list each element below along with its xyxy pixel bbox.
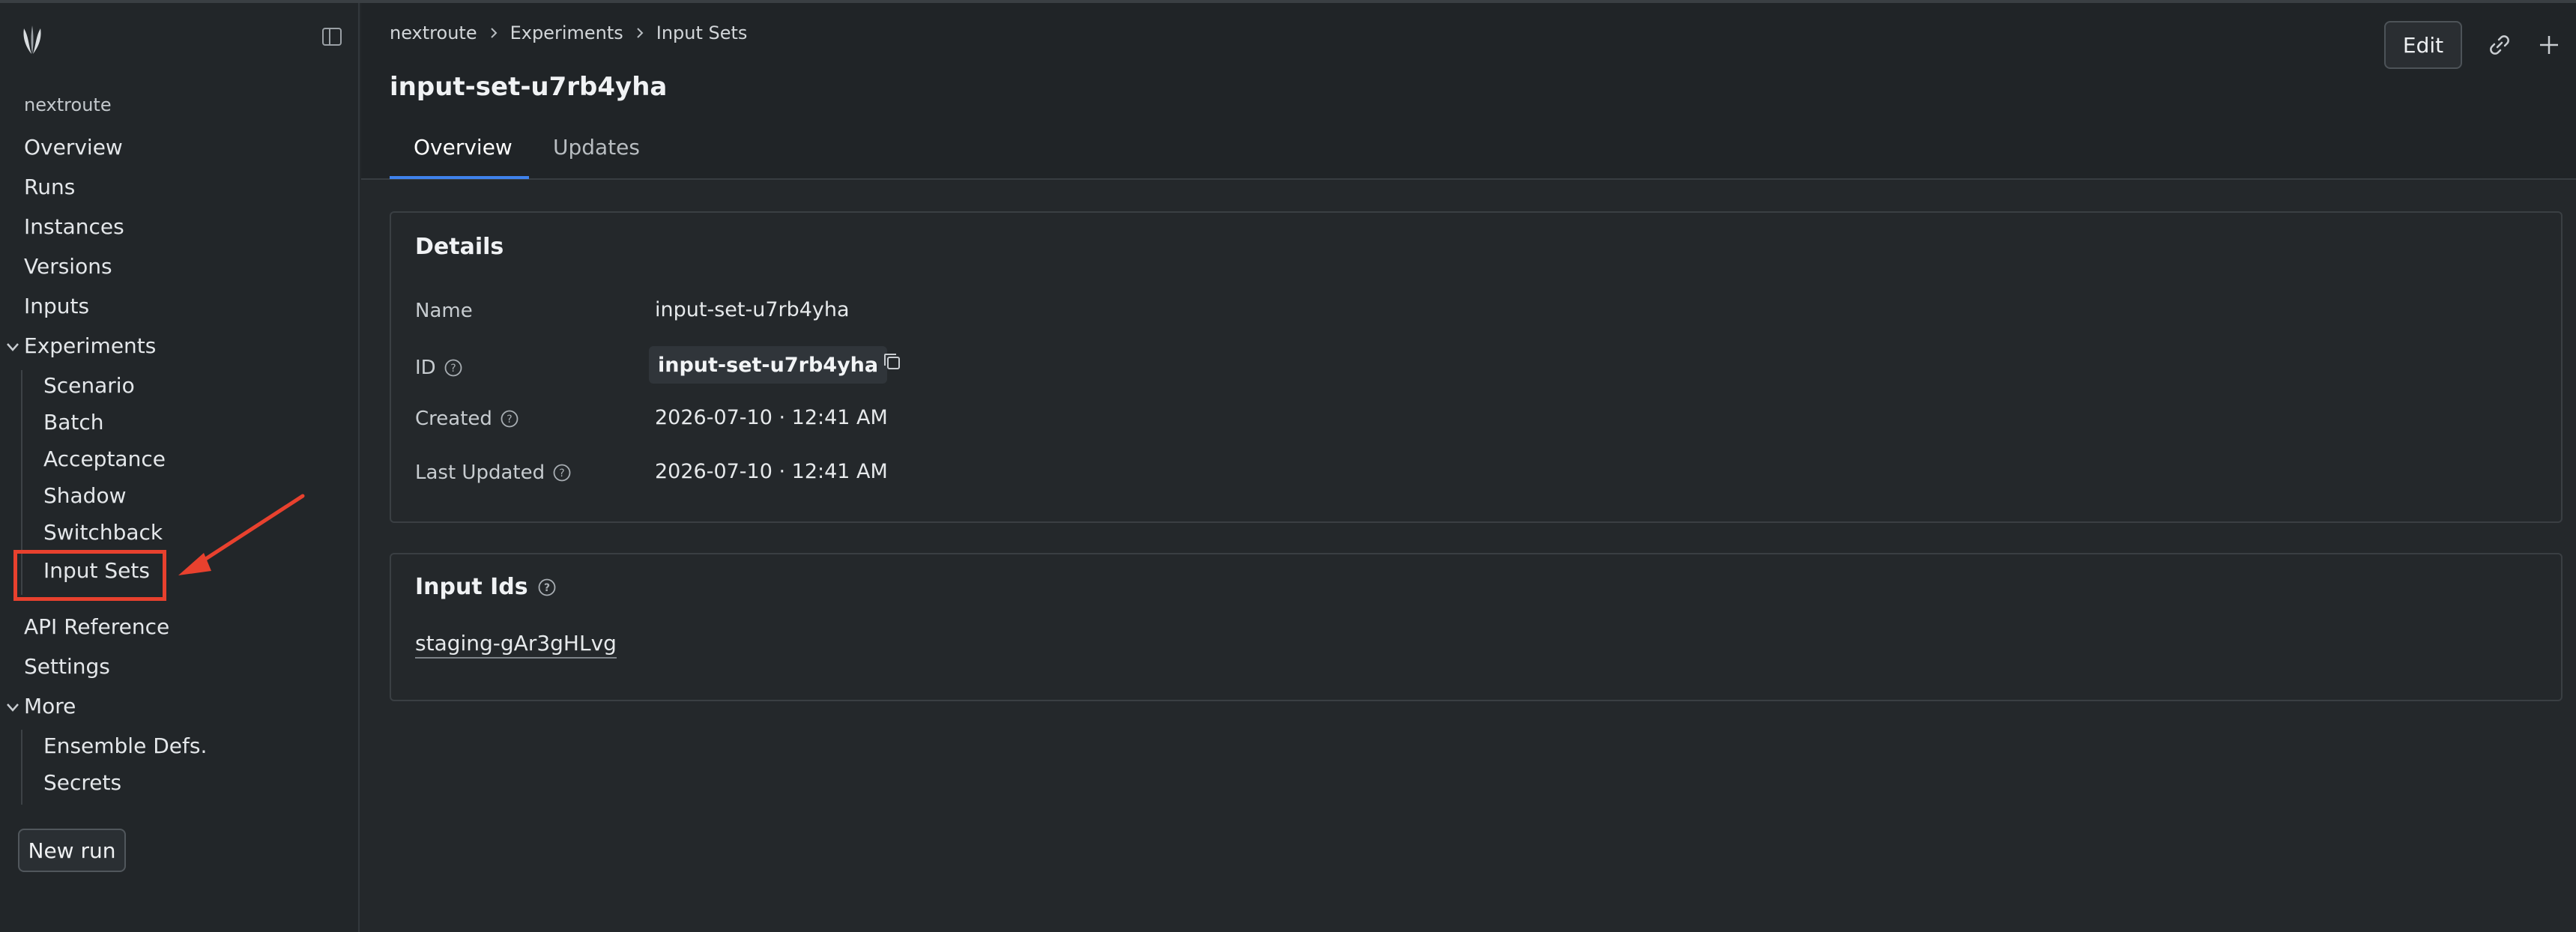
help-icon[interactable]: ? [537, 578, 557, 597]
help-icon[interactable]: ? [500, 409, 519, 429]
last-updated-value: 2026-07-10 · 12:41 AM [655, 460, 888, 483]
sidebar-item-api-reference[interactable]: API Reference [24, 614, 169, 639]
sidebar-toggle-icon[interactable] [321, 25, 343, 48]
chevron-down-icon[interactable] [4, 699, 21, 715]
tab-updates[interactable]: Updates [553, 135, 640, 160]
sidebar: nextroute Overview Runs Instances Versio… [0, 3, 360, 932]
svg-text:?: ? [507, 414, 512, 426]
annotation-highlight-box [13, 550, 166, 601]
sidebar-item-switchback[interactable]: Switchback [43, 520, 163, 545]
name-label-text: Name [415, 300, 473, 322]
tab-overview[interactable]: Overview [414, 135, 513, 160]
sidebar-item-instances[interactable]: Instances [24, 214, 124, 239]
input-ids-title: Input Ids ? [415, 574, 557, 600]
active-tab-indicator [390, 176, 529, 179]
last-updated-label-text: Last Updated [415, 462, 545, 484]
created-label: Created ? [415, 408, 519, 430]
logo-icon[interactable] [19, 24, 45, 57]
sidebar-item-ensemble-defs[interactable]: Ensemble Defs. [43, 733, 207, 758]
sidebar-item-runs[interactable]: Runs [24, 175, 75, 199]
id-label-text: ID [415, 357, 436, 379]
new-run-button[interactable]: New run [18, 829, 126, 872]
edit-button[interactable]: Edit [2384, 21, 2462, 69]
id-value-chip: input-set-u7rb4yha [649, 346, 888, 384]
sidebar-item-experiments[interactable]: Experiments [24, 333, 156, 358]
details-card: Details Name input-set-u7rb4yha ID ? inp… [390, 211, 2563, 523]
page-title: input-set-u7rb4yha [390, 72, 668, 102]
sidebar-item-overview[interactable]: Overview [24, 135, 123, 160]
created-label-text: Created [415, 408, 492, 430]
sidebar-item-inputs[interactable]: Inputs [24, 294, 89, 318]
page-header: nextroute Experiments Input Sets input-s… [361, 3, 2576, 180]
sidebar-item-versions[interactable]: Versions [24, 254, 112, 279]
chevron-right-icon [637, 28, 644, 38]
sidebar-item-secrets[interactable]: Secrets [43, 770, 121, 795]
sidebar-item-shadow[interactable]: Shadow [43, 483, 126, 508]
last-updated-label: Last Updated ? [415, 462, 572, 484]
sidebar-item-acceptance[interactable]: Acceptance [43, 447, 166, 471]
app-name: nextroute [24, 94, 112, 115]
sidebar-item-batch[interactable]: Batch [43, 410, 104, 435]
id-label: ID ? [415, 357, 463, 379]
chevron-down-icon[interactable] [4, 339, 21, 355]
sidebar-item-settings[interactable]: Settings [24, 654, 110, 679]
sidebar-item-more[interactable]: More [24, 694, 76, 718]
main-content: nextroute Experiments Input Sets input-s… [361, 3, 2576, 932]
created-value: 2026-07-10 · 12:41 AM [655, 406, 888, 429]
more-group-line [21, 730, 22, 805]
input-id-link[interactable]: staging-gAr3gHLvg [415, 631, 617, 659]
annotation-arrow [178, 494, 305, 575]
details-title: Details [415, 234, 504, 260]
help-icon[interactable]: ? [552, 463, 572, 482]
sidebar-item-scenario[interactable]: Scenario [43, 373, 135, 398]
svg-text:?: ? [559, 467, 564, 479]
plus-icon[interactable] [2536, 31, 2563, 58]
name-value: input-set-u7rb4yha [655, 298, 850, 321]
copy-icon[interactable] [881, 351, 904, 373]
breadcrumb-experiments[interactable]: Experiments [510, 22, 623, 43]
link-icon[interactable] [2486, 31, 2513, 58]
breadcrumb-nextroute[interactable]: nextroute [390, 22, 477, 43]
name-label: Name [415, 300, 473, 322]
breadcrumb-input-sets[interactable]: Input Sets [656, 22, 748, 43]
help-icon[interactable]: ? [444, 358, 463, 378]
input-ids-title-text: Input Ids [415, 574, 528, 600]
svg-text:?: ? [450, 363, 456, 375]
input-ids-card: Input Ids ? staging-gAr3gHLvg [390, 553, 2563, 701]
app-root: nextroute Overview Runs Instances Versio… [0, 0, 2576, 932]
svg-text:?: ? [544, 582, 550, 594]
breadcrumb: nextroute Experiments Input Sets [390, 22, 747, 43]
chevron-right-icon [490, 28, 497, 38]
